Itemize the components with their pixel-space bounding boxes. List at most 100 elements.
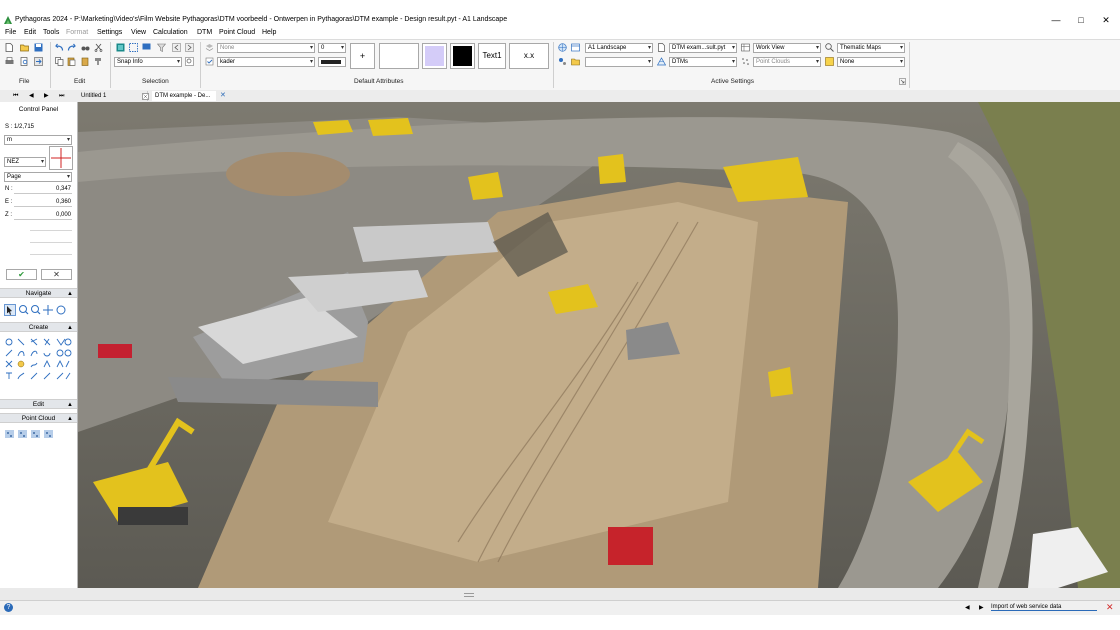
unit-dropdown[interactable]: m [4, 135, 72, 145]
new-file-icon[interactable] [5, 43, 14, 52]
section-navigate[interactable]: Navigate ▲ [0, 288, 77, 298]
status-prev-button[interactable]: ◀ [965, 604, 970, 611]
menu-dtm[interactable]: DTM [197, 29, 212, 36]
workspace-dropdown[interactable] [585, 57, 653, 67]
menu-point-cloud[interactable]: Point Cloud [219, 29, 255, 36]
point-clouds-dropdown[interactable]: Point Clouds [753, 57, 821, 67]
layer-visible-icon [205, 57, 214, 66]
folder-icon [571, 58, 580, 66]
red-car [98, 344, 132, 358]
snap-settings-icon[interactable] [185, 57, 194, 66]
line-color-swatch[interactable] [450, 43, 475, 69]
chevron-up-icon: ▲ [67, 325, 73, 331]
text-style-button[interactable]: Text1 [478, 43, 506, 69]
crosshair-icon [51, 148, 71, 168]
select-filter-icon[interactable] [157, 43, 166, 52]
create-tools-grid[interactable] [4, 337, 72, 397]
menu-help[interactable]: Help [262, 29, 276, 36]
redo-icon[interactable] [67, 43, 76, 52]
tab-untitled-1[interactable]: Untitled 1 [78, 91, 148, 101]
thematic-maps-dropdown[interactable]: Thematic Maps [837, 43, 905, 53]
find-icon[interactable] [81, 43, 90, 52]
pattern-preview[interactable] [379, 43, 419, 69]
snap-info-dropdown[interactable]: Snap Info [114, 57, 182, 67]
coordinate-style-button[interactable]: x.x [509, 43, 549, 69]
first-page-button[interactable]: ⏮ [10, 91, 18, 101]
section-edit[interactable]: Edit ▲ [0, 399, 77, 409]
thematic-value-dropdown[interactable]: None [837, 57, 905, 67]
status-next-button[interactable]: ▶ [979, 604, 984, 611]
canvas-splitter[interactable] [0, 588, 1120, 600]
dtm-file-dropdown[interactable]: DTM exam...sult.pyt [669, 43, 737, 53]
navigate-toolbar[interactable] [4, 304, 72, 316]
menu-file[interactable]: File [5, 29, 16, 36]
open-folder-icon[interactable] [20, 43, 29, 52]
group-label-active-settings: Active Settings [711, 78, 754, 85]
section-point-cloud[interactable]: Point Cloud ▲ [0, 413, 77, 423]
close-window-button[interactable]: ✕ [1096, 14, 1116, 27]
select-all-icon[interactable] [116, 43, 125, 52]
crosshair-preview[interactable] [49, 146, 73, 170]
select-window-icon[interactable] [129, 43, 138, 52]
format-painter-icon[interactable] [94, 57, 103, 66]
e-coordinate-input[interactable]: 0,360 [14, 198, 72, 207]
reference-dropdown[interactable]: Page [4, 172, 72, 182]
cancel-import-button[interactable]: ✕ [1106, 602, 1114, 613]
tab-dtm-example[interactable]: DTM example - De... [152, 91, 216, 101]
section-create[interactable]: Create ▲ [0, 322, 77, 332]
line-style-dropdown[interactable] [318, 57, 346, 67]
copy-icon[interactable] [55, 57, 64, 66]
paste-special-icon[interactable] [81, 57, 90, 66]
menu-bar: File Edit Tools Format Settings View Cal… [0, 28, 1120, 39]
dirt-mound [226, 152, 350, 196]
dtms-dropdown[interactable]: DTMs [669, 57, 737, 67]
menu-tools[interactable]: Tools [43, 29, 59, 36]
coordinate-system-icon[interactable] [558, 57, 567, 66]
menu-calculation[interactable]: Calculation [153, 29, 188, 36]
menu-view[interactable]: View [131, 29, 146, 36]
dialog-launcher-icon[interactable] [899, 78, 906, 85]
point-cloud-view[interactable] [78, 102, 1120, 588]
select-next-icon[interactable] [185, 43, 194, 52]
select-polygon-icon[interactable] [142, 43, 151, 52]
globe-icon[interactable] [558, 43, 567, 52]
help-icon[interactable]: ? [4, 603, 13, 612]
ribbon-divider [909, 42, 910, 88]
section-create-label: Create [28, 324, 49, 331]
layer-dropdown[interactable]: kader [217, 57, 315, 67]
point-cloud-toolbar[interactable] [4, 428, 64, 440]
last-page-button[interactable]: ⏭ [56, 91, 64, 101]
cancel-button[interactable]: ✕ [41, 269, 72, 280]
coordinate-system-dropdown[interactable]: NEZ [4, 157, 46, 167]
drawing-canvas[interactable] [78, 102, 1120, 588]
ok-button[interactable]: ✔ [6, 269, 37, 280]
menu-settings[interactable]: Settings [97, 29, 122, 36]
select-previous-icon[interactable] [172, 43, 181, 52]
cut-icon[interactable] [94, 43, 103, 52]
layout-dropdown[interactable]: A1 Landscape [585, 43, 653, 53]
maximize-button[interactable]: □ [1071, 14, 1091, 27]
previous-page-button[interactable]: ◀ [26, 91, 34, 101]
thematic-map-icon [825, 43, 834, 52]
close-tab-button[interactable]: ✕ [217, 91, 226, 101]
menu-edit[interactable]: Edit [24, 29, 36, 36]
n-coordinate-input[interactable]: 0,347 [14, 185, 72, 194]
menu-format[interactable]: Format [66, 29, 88, 36]
layer-top-dropdown[interactable]: None [217, 43, 315, 53]
group-label-default-attributes: Default Attributes [354, 78, 404, 85]
print-icon[interactable] [5, 57, 14, 66]
paste-icon[interactable] [67, 57, 76, 66]
minimize-button[interactable]: — [1046, 14, 1066, 27]
add-attribute-button[interactable]: + [350, 43, 375, 69]
save-icon[interactable] [34, 43, 43, 52]
line-width-dropdown[interactable]: 0 [318, 43, 346, 53]
next-page-button[interactable]: ▶ [41, 91, 49, 101]
undo-icon[interactable] [55, 43, 64, 52]
view-dropdown[interactable]: Work View [753, 43, 821, 53]
export-icon[interactable] [34, 57, 43, 66]
fill-color-swatch[interactable] [422, 43, 447, 69]
print-preview-icon[interactable] [20, 57, 29, 66]
control-panel-title: Control Panel [18, 106, 59, 113]
view-icon [741, 43, 750, 52]
z-coordinate-input[interactable]: 0,000 [14, 211, 72, 220]
